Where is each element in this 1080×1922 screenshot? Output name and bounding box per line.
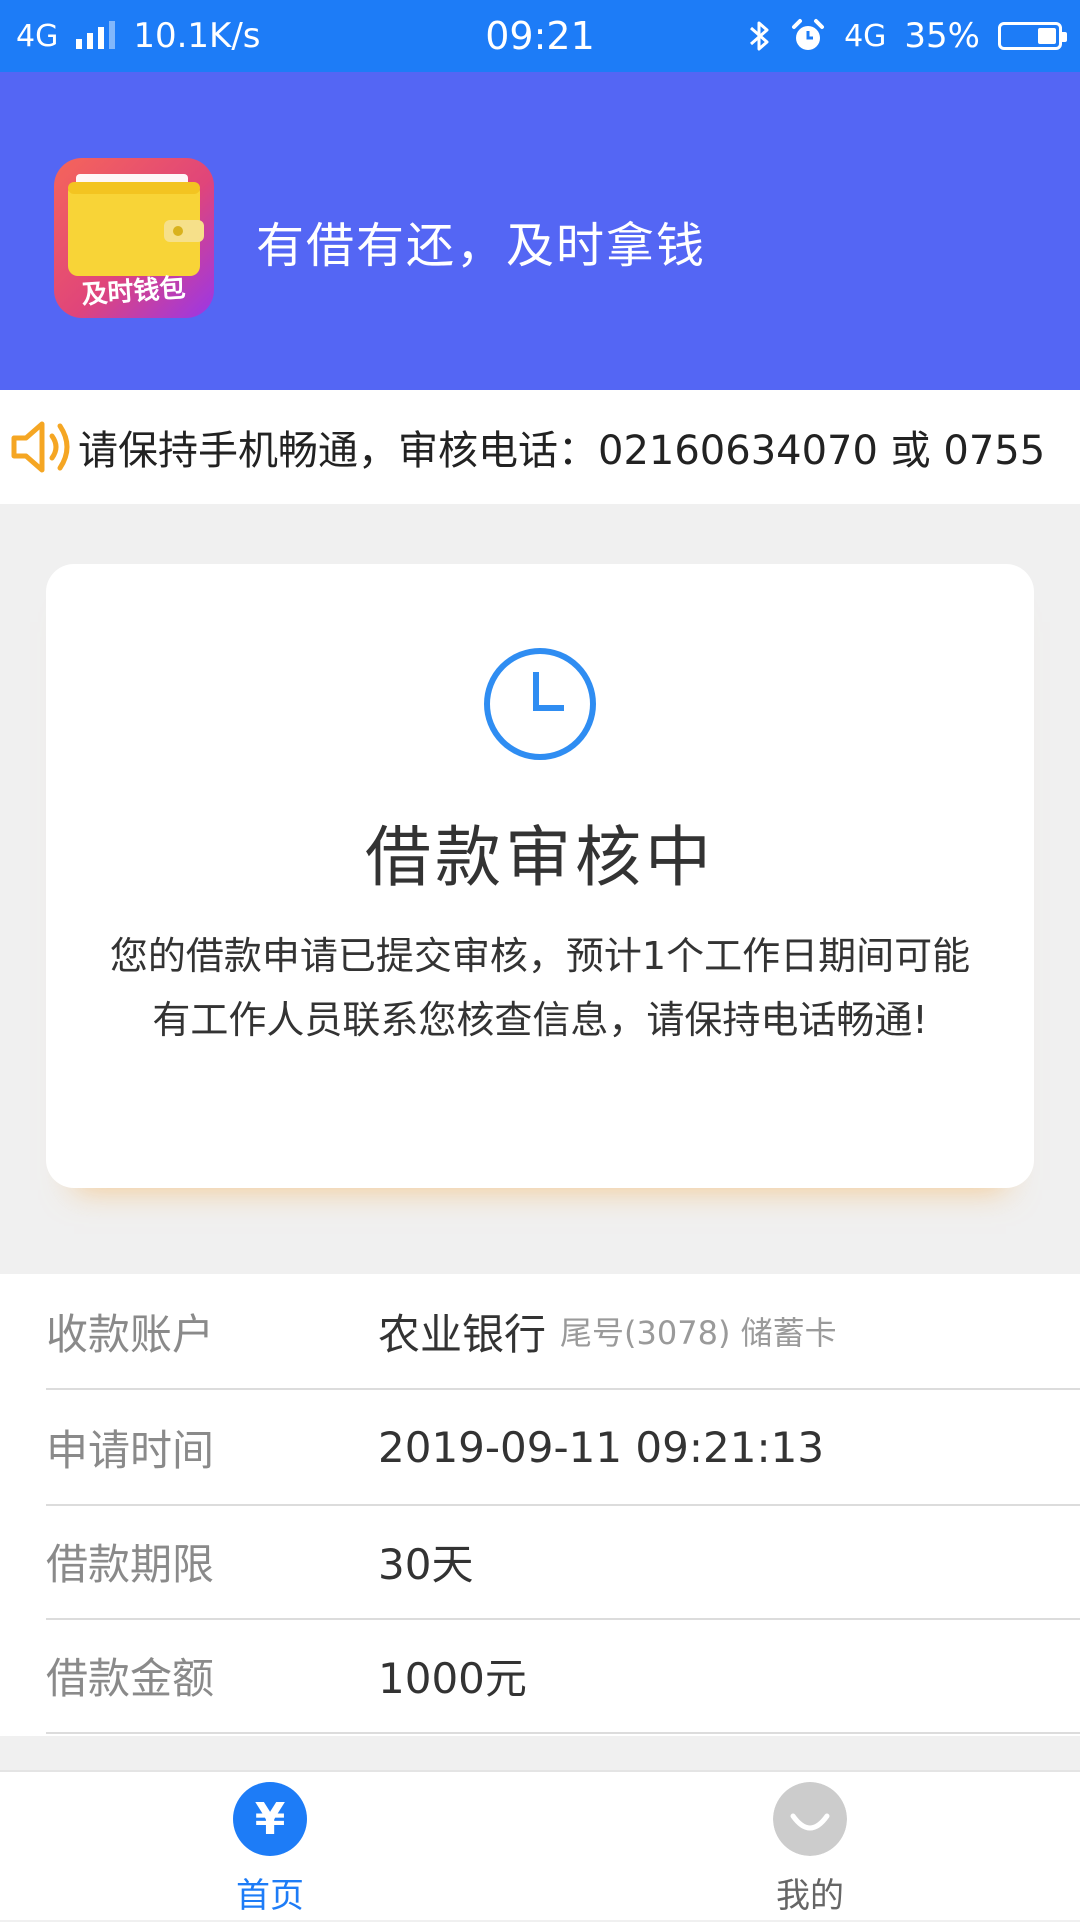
account-label: 收款账户	[46, 1309, 215, 1359]
info-row-account: 收款账户 农业银行 尾号(3078) 储蓄卡	[46, 1274, 1080, 1390]
battery-fill	[1038, 28, 1056, 44]
speaker-icon	[11, 421, 70, 473]
network-type-right: 4G	[844, 18, 887, 54]
loan-amount-label: 借款金额	[46, 1653, 215, 1703]
apply-time-value: 2019-09-11 09:21:13	[378, 1422, 825, 1472]
tab-mine-label: 我的	[776, 1876, 844, 1916]
status-bar: 4G 10.1K/s 09:21 4G 35%	[0, 0, 1080, 72]
smile-icon	[773, 1782, 847, 1856]
info-row-term: 借款期限 30天	[46, 1504, 1080, 1620]
bluetooth-icon	[750, 21, 769, 51]
card-info: 尾号(3078) 储蓄卡	[560, 1314, 837, 1352]
apply-time-label: 申请时间	[46, 1425, 215, 1475]
tab-mine[interactable]: 我的	[540, 1772, 1080, 1922]
yen-glyph: ¥	[254, 1793, 286, 1845]
app-logo-wallet-icon: 及时钱包	[54, 158, 214, 318]
bank-name: 农业银行	[378, 1309, 547, 1359]
loan-term-value: 30天	[378, 1539, 474, 1589]
loan-amount-value: 1000元	[378, 1653, 527, 1703]
review-status-description: 您的借款申请已提交审核，预计1个工作日期间可能有工作人员联系您核查信息，请保持电…	[109, 934, 971, 1042]
bottom-tab-bar: ¥ 首页 我的	[0, 1770, 1080, 1920]
review-status-title: 借款审核中	[365, 819, 715, 896]
status-right: 4G 35%	[748, 0, 1067, 72]
loan-status-card: 借款审核中 您的借款申请已提交审核，预计1个工作日期间可能有工作人员联系您核查信…	[46, 564, 1034, 1188]
loan-info-list: 收款账户 农业银行 尾号(3078) 储蓄卡 申请时间 2019-09-11 0…	[0, 1274, 1080, 1736]
app-header: 及时钱包 有借有还，及时拿钱	[0, 72, 1080, 390]
loan-term-label: 借款期限	[46, 1539, 215, 1589]
alarm-icon	[792, 19, 825, 50]
tab-home[interactable]: ¥ 首页	[0, 1772, 540, 1922]
info-row-time: 申请时间 2019-09-11 09:21:13	[46, 1390, 1080, 1506]
clock-icon	[484, 648, 596, 760]
tab-home-label: 首页	[236, 1876, 304, 1916]
app-slogan: 有借有还，及时拿钱	[256, 218, 707, 274]
home-yen-icon: ¥	[233, 1782, 307, 1856]
battery-icon	[998, 22, 1067, 50]
info-row-amount: 借款金额 1000元	[46, 1618, 1080, 1734]
notice-text: 请保持手机畅通，审核电话：02160634070 或 0755	[78, 428, 1046, 474]
battery-percent: 35%	[904, 16, 980, 56]
notice-bar[interactable]: 请保持手机畅通，审核电话：02160634070 或 0755	[0, 390, 1080, 504]
account-value: 农业银行 尾号(3078) 储蓄卡	[378, 1274, 837, 1388]
